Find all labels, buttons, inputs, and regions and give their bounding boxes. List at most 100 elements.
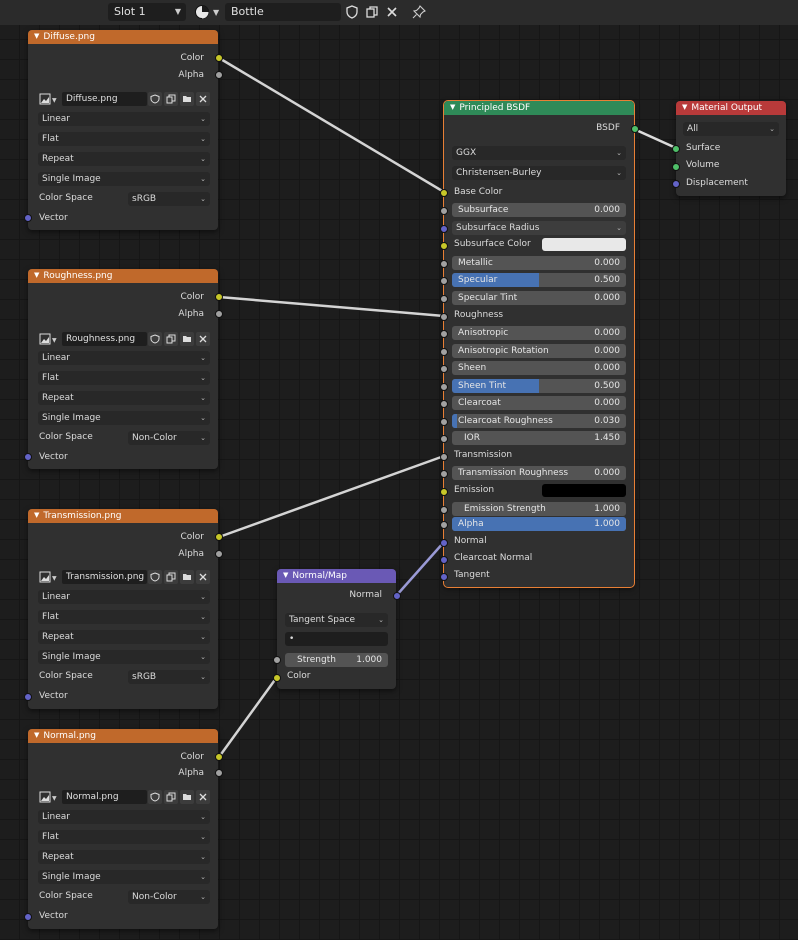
collapse-triangle-icon[interactable]: ▼ bbox=[34, 511, 39, 519]
image-texture-node-normal[interactable]: ▼ Normal.png Color Alpha ▼ Normal.png Lin… bbox=[24, 729, 223, 929]
collapse-triangle-icon[interactable]: ▼ bbox=[34, 731, 39, 739]
extension-dropdown[interactable]: Repeat ⌄ bbox=[38, 152, 210, 166]
clearcoat-normal-socket[interactable] bbox=[440, 556, 448, 564]
collapse-triangle-icon[interactable]: ▼ bbox=[34, 32, 39, 40]
interpolation-dropdown[interactable]: Linear ⌄ bbox=[38, 810, 210, 824]
subsurface-radius-dropdown[interactable]: Subsurface Radius ⌄ bbox=[452, 221, 626, 235]
emission-strength-field[interactable]: Emission Strength 1.000 bbox=[452, 502, 626, 516]
uv-map-field[interactable]: • bbox=[285, 632, 388, 646]
color-space-dropdown[interactable]: sRGB ⌄ bbox=[128, 670, 210, 684]
alpha-output-socket[interactable] bbox=[215, 71, 223, 79]
specular-tint-slider[interactable]: Specular Tint 0.000 bbox=[452, 291, 626, 305]
space-dropdown[interactable]: Tangent Space ⌄ bbox=[285, 613, 388, 627]
sheen-tint-socket[interactable] bbox=[440, 383, 448, 391]
ior-field[interactable]: IOR 1.450 bbox=[452, 431, 626, 445]
collapse-triangle-icon[interactable]: ▼ bbox=[450, 103, 455, 111]
node-header[interactable]: ▼ Material Output bbox=[676, 101, 786, 115]
sheen-slider[interactable]: Sheen 0.000 bbox=[452, 361, 626, 375]
displacement-input-socket[interactable] bbox=[672, 180, 680, 188]
anisotropic-rotation-slider[interactable]: Anisotropic Rotation 0.000 bbox=[452, 344, 626, 358]
extension-dropdown[interactable]: Repeat ⌄ bbox=[38, 850, 210, 864]
projection-dropdown[interactable]: Flat ⌄ bbox=[38, 610, 210, 624]
metallic-socket[interactable] bbox=[440, 260, 448, 268]
principled-bsdf-node[interactable]: ▼ Principled BSDF BSDF GGX ⌄ Christensen-B… bbox=[440, 100, 639, 588]
vector-input-socket[interactable] bbox=[24, 214, 32, 222]
fake-user-button[interactable] bbox=[148, 570, 162, 584]
bsdf-output-socket[interactable] bbox=[631, 125, 639, 133]
distribution-dropdown[interactable]: GGX ⌄ bbox=[452, 146, 626, 160]
interpolation-dropdown[interactable]: Linear ⌄ bbox=[38, 112, 210, 126]
strength-socket[interactable] bbox=[273, 656, 281, 664]
new-image-button[interactable] bbox=[164, 332, 178, 346]
emission-strength-socket[interactable] bbox=[440, 506, 448, 514]
emission-color-swatch[interactable] bbox=[542, 484, 626, 497]
subsurface-radius-socket[interactable] bbox=[440, 225, 448, 233]
color-output-socket[interactable] bbox=[215, 533, 223, 541]
subsurface-slider[interactable]: Subsurface 0.000 bbox=[452, 203, 626, 217]
sheen-tint-slider[interactable]: Sheen Tint 0.500 bbox=[452, 379, 626, 393]
vector-input-socket[interactable] bbox=[24, 693, 32, 701]
normal-map-node[interactable]: ▼ Normal/Map Normal Tangent Space ⌄ • Stre… bbox=[273, 569, 401, 689]
image-texture-node-transmission[interactable]: ▼ Transmission.png Color Alpha ▼ Transmis… bbox=[24, 509, 223, 709]
unlink-image-button[interactable] bbox=[196, 92, 210, 106]
anisotropic-socket[interactable] bbox=[440, 330, 448, 338]
image-name-field[interactable]: Transmission.png bbox=[62, 570, 147, 584]
node-header[interactable]: ▼ Normal.png bbox=[28, 729, 218, 743]
extension-dropdown[interactable]: Repeat ⌄ bbox=[38, 391, 210, 405]
source-dropdown[interactable]: Single Image ⌄ bbox=[38, 172, 210, 186]
alpha-output-socket[interactable] bbox=[215, 310, 223, 318]
collapse-triangle-icon[interactable]: ▼ bbox=[283, 571, 288, 579]
subsurface-color-socket[interactable] bbox=[440, 242, 448, 250]
unlink-image-button[interactable] bbox=[196, 332, 210, 346]
metallic-slider[interactable]: Metallic 0.000 bbox=[452, 256, 626, 270]
color-output-socket[interactable] bbox=[215, 54, 223, 62]
clearcoat-socket[interactable] bbox=[440, 400, 448, 408]
material-output-node[interactable]: ▼ Material Output All ⌄ Surface Volume Dis… bbox=[672, 101, 786, 196]
normal-output-socket[interactable] bbox=[393, 592, 401, 600]
color-output-socket[interactable] bbox=[215, 293, 223, 301]
color-space-dropdown[interactable]: Non-Color ⌄ bbox=[128, 431, 210, 445]
fake-user-button[interactable] bbox=[148, 790, 162, 804]
image-browse-button[interactable]: ▼ bbox=[38, 332, 60, 346]
anisotropic-slider[interactable]: Anisotropic 0.000 bbox=[452, 326, 626, 340]
image-browse-button[interactable]: ▼ bbox=[38, 570, 60, 584]
subsurface-method-dropdown[interactable]: Christensen-Burley ⌄ bbox=[452, 166, 626, 180]
vector-input-socket[interactable] bbox=[24, 453, 32, 461]
transmission-roughness-socket[interactable] bbox=[440, 470, 448, 478]
interpolation-dropdown[interactable]: Linear ⌄ bbox=[38, 351, 210, 365]
new-image-button[interactable] bbox=[164, 92, 178, 106]
alpha-slider[interactable]: Alpha 1.000 bbox=[452, 517, 626, 531]
alpha-output-socket[interactable] bbox=[215, 550, 223, 558]
unlink-image-button[interactable] bbox=[196, 790, 210, 804]
extension-dropdown[interactable]: Repeat ⌄ bbox=[38, 630, 210, 644]
image-browse-button[interactable]: ▼ bbox=[38, 92, 60, 106]
image-texture-node-roughness[interactable]: ▼ Roughness.png Color Alpha ▼ Roughness.p… bbox=[24, 269, 223, 469]
specular-tint-socket[interactable] bbox=[440, 295, 448, 303]
open-image-button[interactable] bbox=[180, 790, 194, 804]
alpha-output-socket[interactable] bbox=[215, 769, 223, 777]
node-header[interactable]: ▼ Diffuse.png bbox=[28, 30, 218, 44]
new-image-button[interactable] bbox=[164, 790, 178, 804]
collapse-triangle-icon[interactable]: ▼ bbox=[34, 271, 39, 279]
image-name-field[interactable]: Normal.png bbox=[62, 790, 147, 804]
alpha-socket[interactable] bbox=[440, 521, 448, 529]
color-input-socket[interactable] bbox=[273, 674, 281, 682]
strength-field[interactable]: Strength 1.000 bbox=[285, 653, 388, 667]
transmission-roughness-slider[interactable]: Transmission Roughness 0.000 bbox=[452, 466, 626, 480]
color-space-dropdown[interactable]: sRGB ⌄ bbox=[128, 192, 210, 206]
ior-socket[interactable] bbox=[440, 435, 448, 443]
open-image-button[interactable] bbox=[180, 92, 194, 106]
image-texture-node-diffuse[interactable]: ▼ Diffuse.png Color Alpha ▼ Diffuse.png L… bbox=[24, 30, 223, 230]
collapse-triangle-icon[interactable]: ▼ bbox=[682, 103, 687, 111]
image-name-field[interactable]: Roughness.png bbox=[62, 332, 147, 346]
unlink-image-button[interactable] bbox=[196, 570, 210, 584]
base-color-socket[interactable] bbox=[440, 189, 448, 197]
roughness-socket[interactable] bbox=[440, 313, 448, 321]
fake-user-button[interactable] bbox=[148, 92, 162, 106]
color-space-dropdown[interactable]: Non-Color ⌄ bbox=[128, 890, 210, 904]
color-output-socket[interactable] bbox=[215, 753, 223, 761]
projection-dropdown[interactable]: Flat ⌄ bbox=[38, 371, 210, 385]
render-target-dropdown[interactable]: All ⌄ bbox=[683, 122, 779, 136]
fake-user-button[interactable] bbox=[148, 332, 162, 346]
node-header[interactable]: ▼ Principled BSDF bbox=[444, 101, 634, 115]
